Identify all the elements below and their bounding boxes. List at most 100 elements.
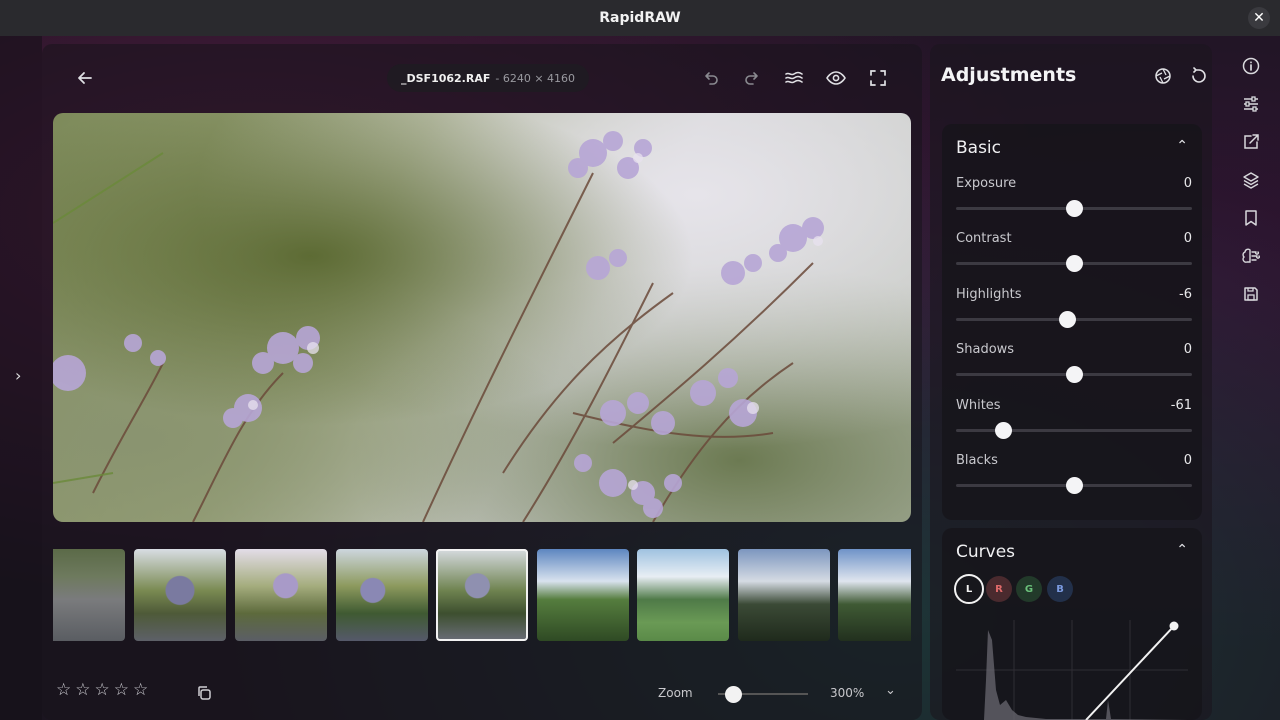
star-icon[interactable]: ☆ [56, 682, 71, 699]
slider-knob[interactable] [1066, 200, 1083, 217]
editor-toolbar: _DSF1062.RAF - 6240 × 4160 [42, 44, 922, 110]
flower-photo-illustration [53, 131, 824, 522]
channel-g-button[interactable]: G [1016, 576, 1042, 602]
slider-blacks: Blacks 0 [956, 453, 1192, 503]
filmstrip-thumbnail[interactable] [235, 549, 327, 641]
ai-tools-button[interactable] [1237, 242, 1265, 270]
curve-graph [956, 620, 1188, 720]
redo-icon [745, 72, 758, 85]
channel-r-button[interactable]: R [986, 576, 1012, 602]
slider-highlights: Highlights -6 [956, 287, 1192, 337]
channel-b-button[interactable]: B [1047, 576, 1073, 602]
sliders-icon [1244, 96, 1258, 112]
file-dimensions: - 6240 × 4160 [495, 71, 576, 85]
slider-knob[interactable] [1066, 366, 1083, 383]
zoom-dropdown-chevron-icon[interactable]: ⌄ [885, 683, 896, 698]
filmstrip-thumbnail[interactable] [738, 549, 830, 641]
filmstrip-thumbnail[interactable] [637, 549, 729, 641]
bookmark-icon [1245, 210, 1257, 226]
curves-section-title: Curves [956, 542, 1016, 562]
zoom-label: Zoom [658, 686, 693, 700]
eye-icon [826, 71, 846, 85]
layers-button[interactable] [1237, 166, 1265, 194]
slider-value[interactable]: -6 [1179, 287, 1192, 302]
save-button[interactable] [1237, 280, 1265, 308]
filmstrip-thumbnail[interactable] [53, 549, 125, 641]
editor-area: _DSF1062.RAF - 6240 × 4160 ☆ ☆ ☆ ☆ ☆ Zoo… [42, 44, 922, 720]
curve-editor[interactable] [956, 620, 1188, 720]
preview-toggle-button[interactable] [821, 63, 851, 93]
undo-button[interactable] [696, 63, 726, 93]
brain-icon [1242, 248, 1260, 263]
star-icon[interactable]: ☆ [114, 682, 129, 699]
title-bar: RapidRAW ✕ [0, 0, 1280, 36]
close-window-button[interactable]: ✕ [1248, 7, 1270, 29]
slider-exposure: Exposure 0 [956, 176, 1192, 226]
slider-knob[interactable] [1058, 311, 1076, 328]
left-panel-collapsed: › [0, 36, 42, 720]
slider-value[interactable]: 0 [1184, 176, 1192, 191]
zoom-value: 300% [830, 686, 865, 700]
save-icon [1244, 287, 1258, 301]
slider-knob[interactable] [995, 422, 1013, 439]
basic-section: Basic ⌃ Exposure 0 Contrast 0 Highlights… [942, 124, 1202, 520]
filmstrip-thumbnail[interactable] [134, 549, 226, 641]
fullscreen-icon [870, 70, 886, 86]
filmstrip-thumbnail[interactable] [336, 549, 428, 641]
slider-label: Exposure [956, 176, 1017, 191]
slider-label: Blacks [956, 453, 998, 468]
editor-bottom-bar: ☆ ☆ ☆ ☆ ☆ Zoom 300% ⌄ [42, 674, 922, 714]
bookmark-button[interactable] [1237, 204, 1265, 232]
copy-button[interactable] [189, 678, 219, 708]
filmstrip-thumbnail[interactable] [838, 549, 911, 641]
slider-value[interactable]: 0 [1184, 453, 1192, 468]
waveform-button[interactable] [779, 63, 809, 93]
slider-label: Shadows [956, 342, 1015, 357]
collapse-chevron-up-icon[interactable]: ⌃ [1176, 542, 1188, 558]
reset-button[interactable] [1184, 61, 1214, 91]
undo-icon [705, 72, 718, 85]
slider-whites: Whites -61 [956, 398, 1192, 448]
channel-l-button[interactable]: L [954, 574, 984, 604]
slider-value[interactable]: -61 [1171, 398, 1192, 413]
slider-contrast: Contrast 0 [956, 231, 1192, 281]
arrow-left-icon [78, 72, 92, 84]
slider-label: Highlights [956, 287, 1022, 302]
app-title: RapidRAW [599, 10, 681, 26]
filmstrip-thumbnail-selected[interactable] [436, 549, 528, 641]
info-button[interactable] [1237, 52, 1265, 80]
aperture-icon [1155, 68, 1171, 84]
star-icon[interactable]: ☆ [133, 682, 148, 699]
filmstrip [53, 549, 911, 643]
auto-adjust-button[interactable] [1148, 61, 1178, 91]
curve-point[interactable] [1169, 621, 1179, 631]
filmstrip-thumbnail[interactable] [537, 549, 629, 641]
redo-button[interactable] [737, 63, 767, 93]
slider-knob[interactable] [1066, 255, 1083, 272]
curves-section: Curves ⌃ L R G B [942, 528, 1202, 720]
star-icon[interactable]: ☆ [95, 682, 110, 699]
back-button[interactable] [70, 63, 100, 93]
slider-value[interactable]: 0 [1184, 342, 1192, 357]
slider-label: Contrast [956, 231, 1012, 246]
adjustments-button[interactable] [1237, 90, 1265, 118]
fullscreen-button[interactable] [863, 63, 893, 93]
adjustments-title: Adjustments [941, 64, 1077, 86]
slider-knob[interactable] [1066, 477, 1083, 494]
export-icon [1244, 134, 1259, 149]
waves-icon [785, 71, 803, 84]
export-button[interactable] [1237, 128, 1265, 156]
close-icon: ✕ [1253, 10, 1265, 26]
star-icon[interactable]: ☆ [75, 682, 90, 699]
reset-icon [1192, 67, 1206, 83]
main-photo-preview[interactable] [53, 113, 911, 522]
collapse-chevron-up-icon[interactable]: ⌃ [1176, 138, 1188, 154]
expand-left-panel-chevron-icon[interactable]: › [15, 366, 21, 385]
file-name: _DSF1062.RAF [401, 71, 491, 85]
zoom-slider-knob[interactable] [725, 686, 742, 703]
file-info-pill: _DSF1062.RAF - 6240 × 4160 [387, 64, 590, 92]
slider-value[interactable]: 0 [1184, 231, 1192, 246]
adjustments-panel: Adjustments Basic ⌃ Exposure 0 Contrast … [930, 44, 1212, 720]
slider-track[interactable] [956, 429, 1192, 432]
right-tool-bar [1232, 44, 1272, 720]
